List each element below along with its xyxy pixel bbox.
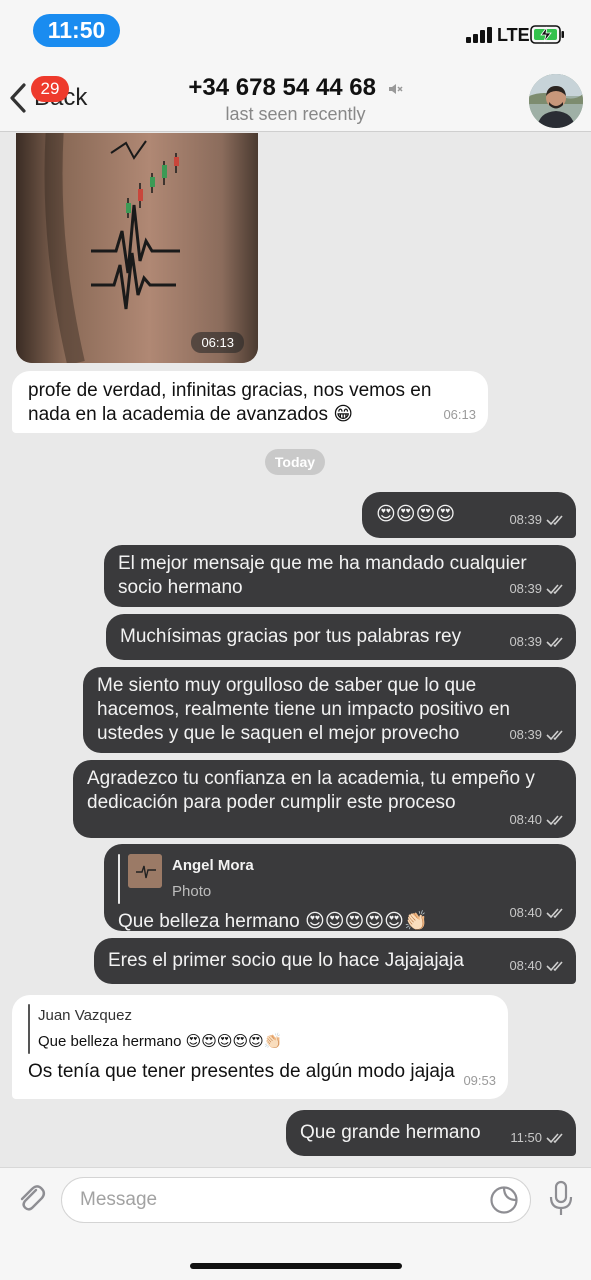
message-input[interactable]: [61, 1177, 531, 1223]
photo-message[interactable]: 06:13: [16, 133, 258, 363]
message-meta: 08:39: [509, 577, 564, 601]
message-meta: 06:13: [443, 403, 476, 427]
message-bubble-outgoing[interactable]: Que grande hermano 11:50: [286, 1110, 576, 1156]
message-bubble-outgoing[interactable]: Angel Mora Photo Que belleza hermano 😍😍😍…: [104, 844, 576, 932]
message-time: 08:39: [509, 727, 542, 742]
network-type: LTE: [497, 25, 530, 45]
paperclip-icon[interactable]: [14, 1181, 48, 1215]
message-bubble-outgoing[interactable]: Me siento muy orgulloso de saber que lo …: [83, 667, 576, 753]
message-text: 😍😍😍😍: [376, 504, 456, 525]
message-time: 08:39: [509, 512, 542, 527]
message-meta: 08:40: [509, 808, 564, 832]
contact-name[interactable]: +34 678 54 44 68: [0, 74, 591, 102]
message-meta: 09:53: [463, 1069, 496, 1093]
reply-text: Photo: [172, 883, 212, 900]
message-time: 08:40: [509, 905, 542, 920]
message-bubble-outgoing[interactable]: Muchísimas gracias por tus palabras rey …: [106, 614, 576, 660]
double-check-icon: [546, 961, 563, 972]
message-bubble-incoming[interactable]: profe de verdad, infinitas gracias, nos …: [12, 371, 488, 433]
message-text: Muchísimas gracias por tus palabras rey: [120, 626, 462, 647]
message-text: Eres el primer socio que lo hace Jajajaj…: [108, 950, 464, 971]
tattoo-photo: [16, 133, 258, 363]
avatar-photo: [529, 74, 583, 128]
reply-bar: [118, 854, 120, 904]
message-text: El mejor mensaje que me ha mandado cualq…: [118, 553, 527, 598]
reply-bar: [28, 1004, 30, 1054]
message-bubble-outgoing[interactable]: El mejor mensaje que me ha mandado cualq…: [104, 545, 576, 607]
contact-name-text: +34 678 54 44 68: [188, 74, 376, 101]
message-bubble-outgoing[interactable]: Eres el primer socio que lo hace Jajajaj…: [94, 938, 576, 984]
double-check-icon: [546, 730, 563, 741]
message-time: 08:40: [509, 958, 542, 973]
message-meta: 08:39: [509, 508, 564, 532]
message-time: 11:50: [510, 1130, 542, 1145]
message-bubble-outgoing[interactable]: 😍😍😍😍 08:39: [362, 492, 576, 538]
message-bubble-outgoing[interactable]: Agradezco tu confianza en la academia, t…: [73, 760, 576, 838]
chat-messages[interactable]: 06:13 profe de verdad, infinitas gracias…: [0, 133, 591, 1167]
message-bubble-incoming[interactable]: Juan Vazquez Que belleza hermano 😍😍😍😍😍👏🏻…: [12, 995, 508, 1099]
message-time: 09:53: [463, 1073, 496, 1088]
battery-charging-icon: [530, 25, 564, 44]
reply-photo-thumbnail: [128, 854, 162, 888]
status-time[interactable]: 11:50: [33, 14, 120, 47]
day-separator: Today: [265, 449, 325, 475]
double-check-icon: [546, 515, 563, 526]
reply-author: Juan Vazquez: [38, 1007, 132, 1024]
message-time: 06:13: [443, 407, 476, 422]
reply-quote[interactable]: Juan Vazquez Que belleza hermano 😍😍😍😍😍👏🏻: [28, 1004, 492, 1054]
double-check-icon: [546, 584, 563, 595]
message-meta: 08:39: [509, 630, 564, 654]
message-text: Me siento muy orgulloso de saber que lo …: [97, 675, 510, 744]
message-meta: 08:40: [509, 901, 564, 925]
contact-avatar[interactable]: [529, 74, 583, 128]
message-meta: 08:40: [509, 954, 564, 978]
status-bar: 11:50 LTE: [0, 0, 591, 62]
contact-last-seen: last seen recently: [225, 104, 366, 124]
sticker-icon[interactable]: [489, 1185, 519, 1215]
composer-bar: [0, 1167, 591, 1280]
reply-text: Que belleza hermano 😍😍😍😍😍👏🏻: [38, 1033, 283, 1050]
double-check-icon: [546, 637, 563, 648]
double-check-icon: [546, 908, 563, 919]
cellular-signal-icon: [466, 27, 492, 43]
reply-author: Angel Mora: [172, 857, 254, 874]
microphone-icon[interactable]: [548, 1180, 574, 1218]
speaker-muted-icon: [388, 83, 403, 94]
double-check-icon: [546, 1133, 563, 1144]
home-indicator: [190, 1263, 402, 1269]
reply-quote[interactable]: Angel Mora Photo: [118, 854, 562, 904]
message-text: profe de verdad, infinitas gracias, nos …: [28, 380, 432, 425]
photo-timestamp: 06:13: [191, 332, 244, 353]
message-text: Que grande hermano: [300, 1122, 481, 1143]
double-check-icon: [546, 815, 563, 826]
message-meta: 08:39: [509, 723, 564, 747]
message-text: Os tenía que tener presentes de algún mo…: [28, 1061, 455, 1082]
message-text: Agradezco tu confianza en la academia, t…: [87, 768, 535, 813]
message-text: Que belleza hermano 😍😍😍😍😍👏🏻: [118, 911, 428, 932]
chat-header: Back 29 +34 678 54 44 68 last seen recen…: [0, 62, 591, 132]
message-time: 08:40: [509, 812, 542, 827]
message-meta: 11:50: [510, 1126, 564, 1150]
message-time: 08:39: [509, 581, 542, 596]
message-time: 08:39: [509, 634, 542, 649]
